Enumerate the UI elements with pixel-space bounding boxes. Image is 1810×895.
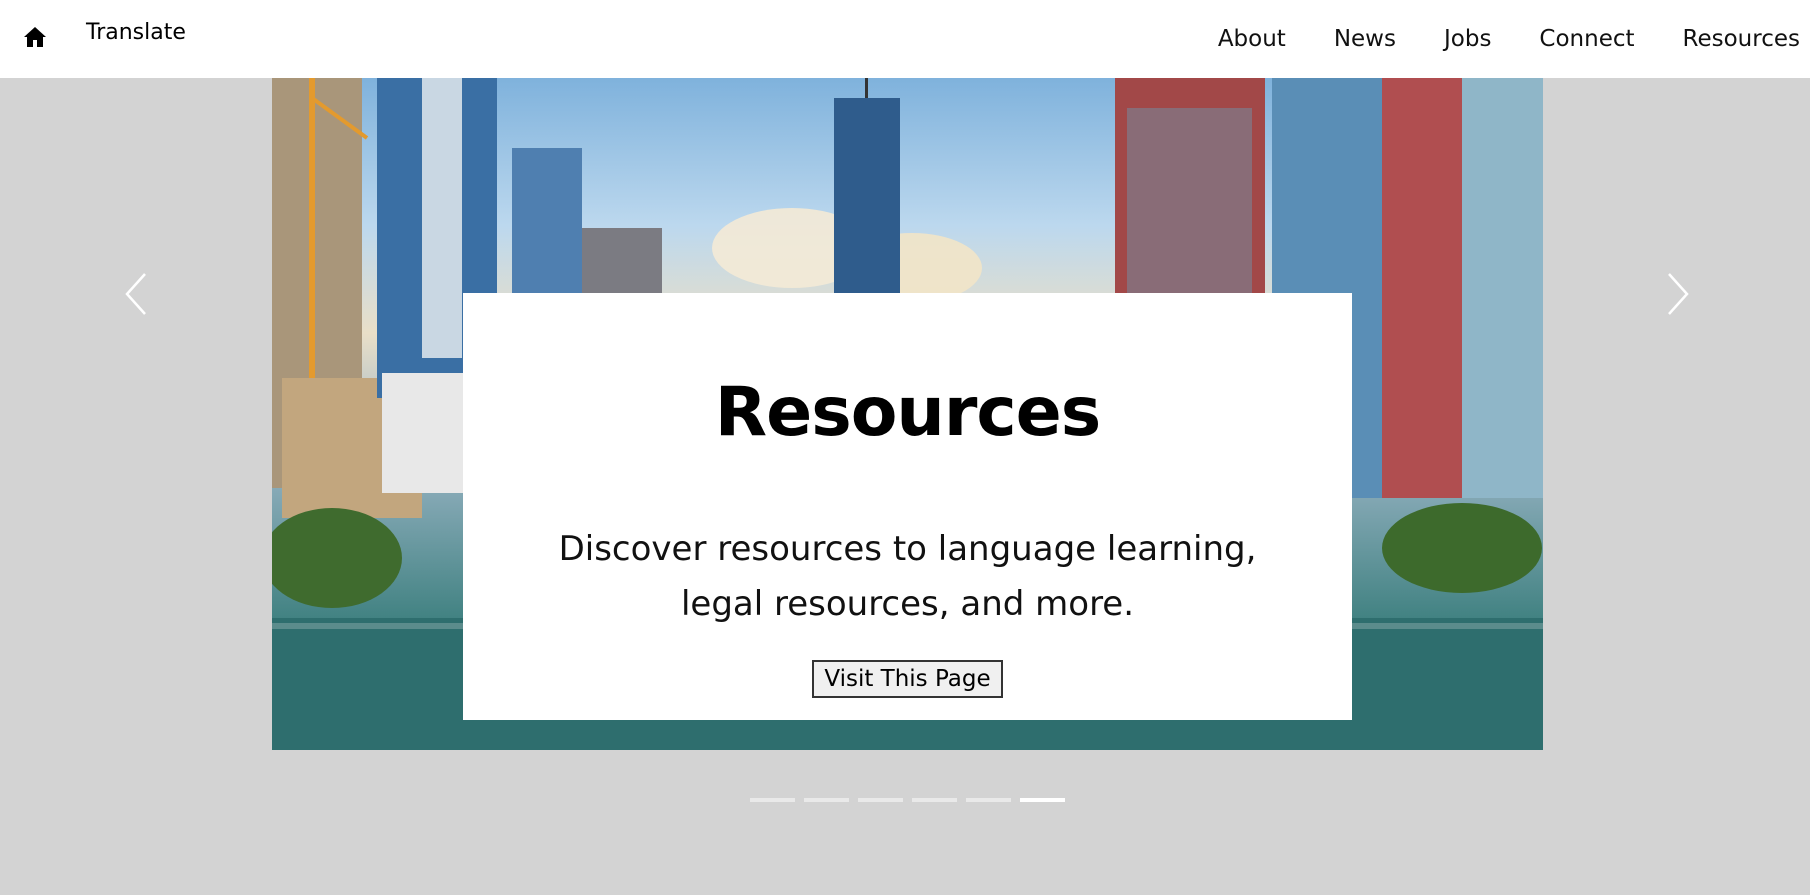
chevron-right-icon xyxy=(1668,273,1689,315)
slide-caption-card: Resources Discover resources to language… xyxy=(463,293,1352,720)
indicator-3[interactable] xyxy=(858,798,903,802)
nav-news[interactable]: News xyxy=(1334,26,1396,52)
indicator-2[interactable] xyxy=(804,798,849,802)
slide-description: Discover resources to language learning,… xyxy=(558,529,1257,624)
top-nav-bar: Translate About News Jobs Connect Resour… xyxy=(0,0,1810,78)
home-button[interactable] xyxy=(20,24,50,50)
nav-jobs[interactable]: Jobs xyxy=(1444,26,1491,52)
nav-resources[interactable]: Resources xyxy=(1683,26,1800,52)
visit-page-button[interactable]: Visit This Page xyxy=(812,660,1003,698)
carousel-indicators xyxy=(750,798,1065,802)
slide-title: Resources xyxy=(714,373,1102,452)
indicator-1[interactable] xyxy=(750,798,795,802)
indicator-5[interactable] xyxy=(966,798,1011,802)
indicator-6[interactable] xyxy=(1020,798,1065,802)
carousel-next-button[interactable] xyxy=(1658,264,1698,324)
hero-carousel: Resources Discover resources to language… xyxy=(0,78,1810,895)
home-icon xyxy=(24,27,46,47)
nav-about[interactable]: About xyxy=(1218,26,1286,52)
chevron-left-icon xyxy=(125,273,146,315)
nav-connect[interactable]: Connect xyxy=(1539,26,1634,52)
carousel-prev-button[interactable] xyxy=(116,264,156,324)
translate-link[interactable]: Translate xyxy=(86,20,186,45)
indicator-4[interactable] xyxy=(912,798,957,802)
main-nav: About News Jobs Connect Resources xyxy=(1218,26,1800,52)
